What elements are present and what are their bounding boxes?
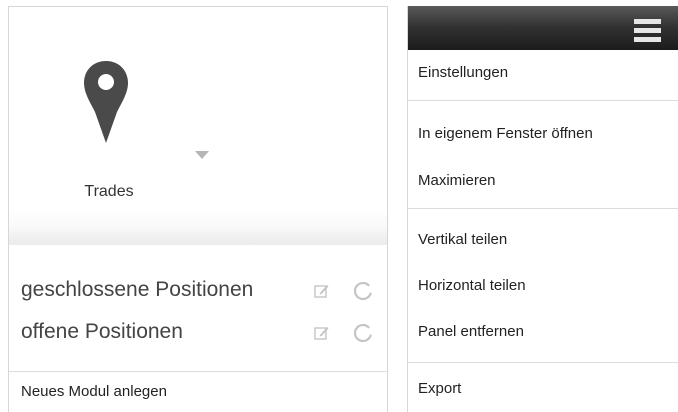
- edit-icon[interactable]: [314, 325, 329, 340]
- menu-item-split-horizontal[interactable]: Horizontal teilen: [408, 267, 678, 303]
- module-panel: Trades geschlossene Positionen offene Po…: [8, 6, 388, 412]
- menu-item-remove-panel[interactable]: Panel entfernen: [408, 313, 678, 349]
- new-module-link[interactable]: Neues Modul anlegen: [21, 383, 167, 400]
- context-menu: Einstellungen In eigenem Fenster öffnen …: [407, 6, 678, 412]
- menu-item-split-vertical[interactable]: Vertikal teilen: [408, 221, 678, 257]
- list-item-label: offene Positionen: [21, 320, 183, 343]
- menu-divider: [408, 100, 678, 101]
- menu-divider: [408, 208, 678, 209]
- edit-icon[interactable]: [314, 283, 329, 298]
- list-item-open-positions[interactable]: offene Positionen: [9, 311, 387, 353]
- list-item-closed-positions[interactable]: geschlossene Positionen: [9, 269, 387, 311]
- list-item-label: geschlossene Positionen: [21, 278, 254, 301]
- divider: [9, 371, 387, 372]
- module-list: geschlossene Positionen offene Positione…: [9, 269, 387, 353]
- refresh-icon[interactable]: [352, 280, 374, 302]
- module-title: Trades: [84, 183, 134, 200]
- chevron-down-icon[interactable]: [195, 151, 209, 159]
- menu-divider: [408, 362, 678, 363]
- menu-item-export[interactable]: Export: [408, 370, 678, 406]
- refresh-icon[interactable]: [352, 322, 374, 344]
- menu-item-settings[interactable]: Einstellungen: [408, 54, 678, 90]
- module-header[interactable]: Trades: [9, 7, 387, 245]
- menu-topbar: [408, 6, 678, 50]
- map-pin-icon: [84, 61, 128, 143]
- hamburger-icon[interactable]: [634, 19, 661, 42]
- menu-item-open-in-window[interactable]: In eigenem Fenster öffnen: [408, 115, 678, 151]
- menu-item-maximize[interactable]: Maximieren: [408, 162, 678, 198]
